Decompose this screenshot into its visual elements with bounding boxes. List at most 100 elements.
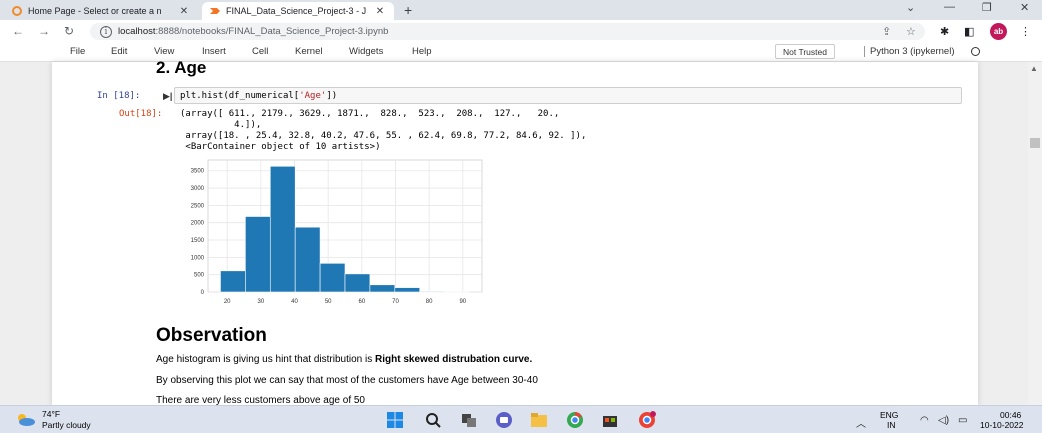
age-histogram: 20 30 40 50 60 70 80 90 0 500 1000 1500 2000 2500 3000… xyxy=(180,154,490,309)
tab-search-icon[interactable]: ⌄ xyxy=(906,1,915,14)
store-icon[interactable] xyxy=(601,411,619,429)
url-path: :8888/notebooks/FINAL_Data_Science_Proje… xyxy=(155,26,389,37)
share-icon[interactable]: ⇪ xyxy=(882,25,891,38)
close-window-button[interactable]: ✕ xyxy=(1020,1,1029,14)
browser-menu-icon[interactable]: ⋮ xyxy=(1020,25,1031,38)
close-tab-icon[interactable]: ✕ xyxy=(374,6,386,17)
menu-cell[interactable]: Cell xyxy=(252,46,268,57)
language-indicator[interactable]: ENG xyxy=(880,410,898,420)
output-prompt: Out[18]: xyxy=(119,109,163,119)
jupyter-favicon-icon xyxy=(210,8,220,14)
new-tab-button[interactable]: + xyxy=(404,2,412,18)
output-line-3: array([18. , 25.4, 32.8, 40.2, 47.6, 55.… xyxy=(180,131,587,141)
search-icon[interactable] xyxy=(424,411,442,429)
menu-help[interactable]: Help xyxy=(412,46,432,57)
histogram-bar xyxy=(394,287,421,293)
scrollbar[interactable] xyxy=(1028,62,1042,405)
output-line-1: (array([ 611., 2179., 3629., 1871., 828.… xyxy=(180,109,560,119)
cell-cursor-icon: ▶| xyxy=(163,91,173,101)
observation-line-1-text: Age histogram is giving us hint that dis… xyxy=(156,354,375,365)
reload-icon[interactable]: ↻ xyxy=(64,24,74,38)
x-tick-label: 40 xyxy=(291,299,298,305)
battery-icon[interactable]: ▭ xyxy=(958,415,967,426)
edge-favicon-icon xyxy=(12,6,22,16)
tab-home-page[interactable]: Home Page - Select or create a n ✕ xyxy=(4,2,198,20)
histogram-bar xyxy=(220,270,246,293)
side-panel-icon[interactable]: ◧ xyxy=(964,25,974,38)
y-tick-label: 0 xyxy=(201,290,205,296)
tab-strip: Home Page - Select or create a n ✕ FINAL… xyxy=(0,0,1042,20)
screen: Home Page - Select or create a n ✕ FINAL… xyxy=(0,0,1042,433)
extensions-puzzle-icon[interactable]: ✱ xyxy=(940,25,949,38)
histogram-bar xyxy=(369,284,396,293)
menu-view[interactable]: View xyxy=(154,46,174,57)
file-explorer-icon[interactable] xyxy=(530,411,548,429)
y-tick-label: 500 xyxy=(194,273,205,279)
histogram-bar xyxy=(419,291,445,293)
y-tick-label: 1500 xyxy=(191,238,205,244)
output-line-2: 4.]), xyxy=(180,120,262,130)
menu-widgets[interactable]: Widgets xyxy=(349,46,383,57)
site-info-icon[interactable]: i xyxy=(100,25,112,38)
x-tick-label: 30 xyxy=(258,299,265,305)
histogram-bar xyxy=(344,273,371,293)
show-hidden-icons-icon[interactable]: ︿ xyxy=(856,415,866,430)
y-tick-label: 2000 xyxy=(191,221,205,227)
scrollbar-thumb[interactable] xyxy=(1030,138,1040,148)
histogram-bar xyxy=(294,226,321,293)
output-line-4: <BarContainer object of 10 artists>) xyxy=(180,142,381,152)
y-tick-label: 1000 xyxy=(191,255,205,261)
teams-chat-icon[interactable] xyxy=(495,411,513,429)
weather-temperature[interactable]: 74°F xyxy=(42,409,60,419)
task-view-icon[interactable] xyxy=(460,411,478,429)
x-tick-label: 80 xyxy=(426,299,433,305)
tab-title: Home Page - Select or create a n xyxy=(28,6,162,16)
y-tick-label: 2500 xyxy=(191,203,205,209)
clock-time[interactable]: 00:46 xyxy=(1000,410,1021,420)
address-bar[interactable]: i localhost :8888/notebooks/FINAL_Data_S… xyxy=(90,23,925,40)
histogram-svg: 20 30 40 50 60 70 80 90 0 500 1000 1500 2000 2500 3000… xyxy=(191,159,483,305)
language-region[interactable]: IN xyxy=(887,420,896,430)
close-tab-icon[interactable]: ✕ xyxy=(178,6,190,17)
observation-line-1: Age histogram is giving us hint that dis… xyxy=(156,354,532,365)
url-host: localhost xyxy=(118,26,156,37)
menu-insert[interactable]: Insert xyxy=(202,46,226,57)
browser-toolbar: ← → ↻ i localhost :8888/notebooks/FINAL_… xyxy=(0,20,1042,42)
x-tick-label: 20 xyxy=(224,299,231,305)
bookmark-star-icon[interactable]: ☆ xyxy=(906,25,916,38)
weather-partly-cloudy-icon[interactable] xyxy=(14,412,36,426)
weather-description[interactable]: Partly cloudy xyxy=(42,420,91,430)
kernel-status-icon xyxy=(971,47,980,56)
wifi-icon[interactable]: ◠ xyxy=(920,415,929,426)
minimize-button[interactable]: — xyxy=(944,1,955,13)
clock-date[interactable]: 10-10-2022 xyxy=(980,420,1023,430)
observation-line-1-bold: Right skewed distrubation curve. xyxy=(375,354,533,365)
restore-button[interactable]: ❐ xyxy=(982,1,992,14)
y-tick-label: 3500 xyxy=(191,169,205,175)
histogram-bar xyxy=(269,165,296,293)
taskbar: 74°F Partly cloudy ︿ ENG IN ◠ ◁) ▭ 00:46… xyxy=(0,405,1042,433)
menu-file[interactable]: File xyxy=(70,46,85,57)
code-prefix: plt.hist(df_numerical[ xyxy=(180,91,300,101)
code-suffix: ]) xyxy=(326,91,338,101)
chrome-profile-icon[interactable] xyxy=(638,411,656,429)
chrome-icon[interactable] xyxy=(566,411,584,429)
tab-notebook[interactable]: FINAL_Data_Science_Project-3 - J ✕ xyxy=(202,2,394,20)
y-tick-label: 3000 xyxy=(191,186,205,192)
observation-heading: Observation xyxy=(156,325,267,346)
observation-line-2: By observing this plot we can say that m… xyxy=(156,375,538,386)
kernel-name: Python 3 (ipykernel) xyxy=(864,46,954,57)
windows-start-icon[interactable] xyxy=(386,411,404,429)
not-trusted-button[interactable]: Not Trusted xyxy=(775,44,835,59)
menu-kernel[interactable]: Kernel xyxy=(295,46,322,57)
volume-icon[interactable]: ◁) xyxy=(938,415,949,426)
menu-edit[interactable]: Edit xyxy=(111,46,127,57)
x-tick-label: 50 xyxy=(325,299,332,305)
section-heading: 2. Age xyxy=(156,58,207,77)
forward-icon[interactable]: → xyxy=(38,24,50,38)
profile-avatar[interactable]: ab xyxy=(990,23,1007,40)
back-icon[interactable]: ← xyxy=(12,24,24,38)
scroll-up-icon[interactable]: ▲ xyxy=(1030,64,1038,73)
code-line: plt.hist(df_numerical['Age']) xyxy=(180,91,337,101)
input-prompt: In [18]: xyxy=(97,91,141,101)
